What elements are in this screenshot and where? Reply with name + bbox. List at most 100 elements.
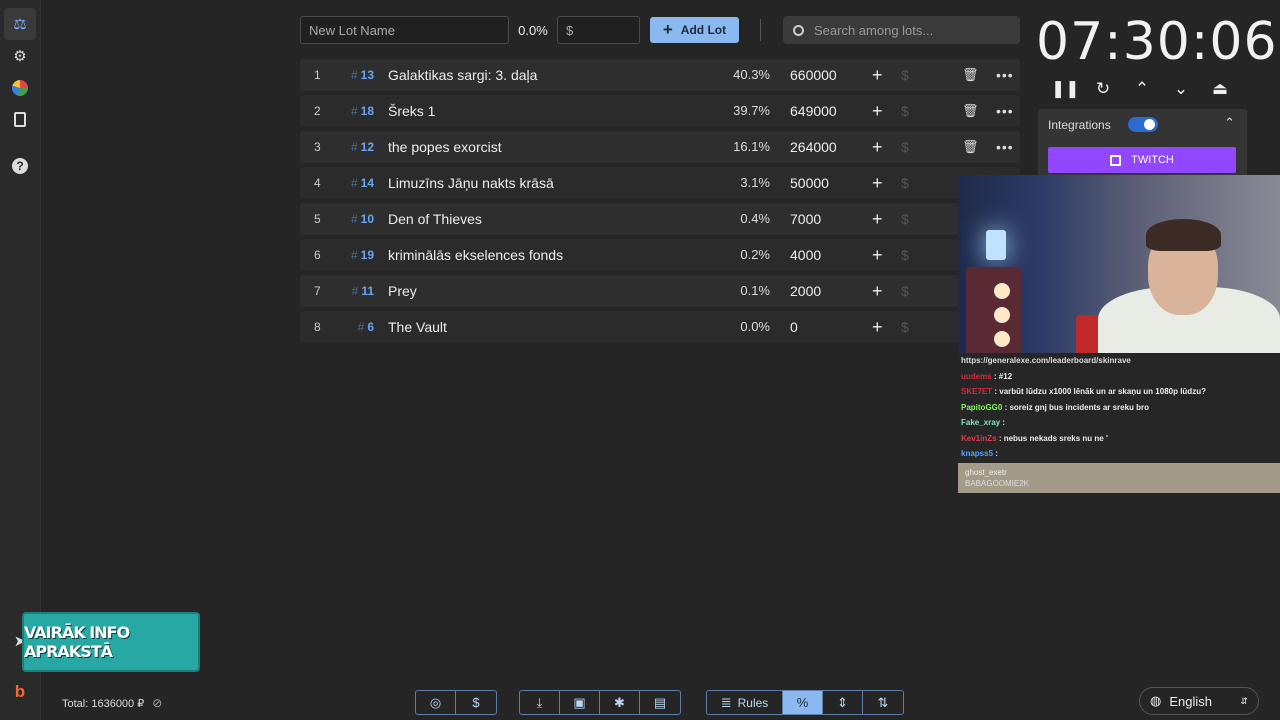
donate-icon[interactable]: $ — [456, 691, 496, 714]
lot-amount[interactable]: 7000 — [790, 203, 821, 235]
lot-amount[interactable]: 649000 — [790, 95, 837, 127]
lot-amount[interactable]: 0 — [790, 311, 798, 343]
sort-icon[interactable]: ⇅ — [863, 691, 903, 714]
total-label: Total: 1636000 ₽ — [62, 697, 145, 710]
collapse-timer-icon[interactable]: ⏏ — [1207, 78, 1233, 100]
increase-time-icon[interactable]: ⌃ — [1129, 78, 1155, 100]
add-amount-icon[interactable]: + — [872, 311, 883, 343]
lot-index: 3 — [314, 140, 321, 154]
lot-id-value: 19 — [360, 248, 374, 262]
divider — [760, 19, 761, 41]
lot-name[interactable]: Prey — [388, 275, 417, 307]
lot-row[interactable]: 8 #6 The Vault 0.0% 0 + $ — [300, 311, 1020, 343]
more-icon[interactable]: ••• — [996, 131, 1014, 163]
wheel-icon[interactable] — [8, 76, 32, 100]
search-input[interactable]: Search among lots... — [783, 16, 1020, 44]
lot-amount[interactable]: 2000 — [790, 275, 821, 307]
add-amount-icon[interactable]: + — [872, 203, 883, 235]
lot-row[interactable]: 4 #14 Limuzīns Jāņu nakts krāsā 3.1% 50000 + $ — [300, 167, 1020, 199]
dollar-icon[interactable]: $ — [901, 95, 909, 127]
dollar-icon[interactable]: $ — [901, 275, 909, 307]
more-icon[interactable]: ••• — [996, 95, 1014, 127]
add-amount-icon[interactable]: + — [872, 95, 883, 127]
boosty-icon[interactable]: b — [8, 680, 32, 704]
save-icon[interactable]: ▣ — [560, 691, 600, 714]
reset-icon[interactable]: ↻ — [1090, 78, 1116, 100]
add-amount-icon[interactable]: + — [872, 239, 883, 271]
dollar-icon[interactable]: $ — [901, 311, 909, 343]
lot-amount[interactable]: 264000 — [790, 131, 837, 163]
dollar-icon[interactable]: $ — [901, 203, 909, 235]
add-amount-icon[interactable]: + — [872, 275, 883, 307]
lot-amount[interactable]: 660000 — [790, 59, 837, 91]
add-amount-icon[interactable]: + — [872, 131, 883, 163]
hash-icon: # — [350, 104, 358, 118]
lot-row[interactable]: 5 #10 Den of Thieves 0.4% 7000 + $ — [300, 203, 1020, 235]
dollar-icon[interactable]: $ — [901, 59, 909, 91]
lot-id-value: 12 — [360, 140, 374, 154]
lot-row[interactable]: 1 #13 Galaktikas sargi: 3. daļa 40.3% 660000… — [300, 59, 1020, 91]
lot-name[interactable]: The Vault — [388, 311, 447, 343]
trash-icon[interactable]: 🗑 — [962, 131, 979, 163]
lot-row[interactable]: 2 #18 Šreks 1 39.7% 649000 + $ 🗑 ••• — [300, 95, 1020, 127]
lot-name[interactable]: Galaktikas sargi: 3. daļa — [388, 59, 537, 91]
lot-id: #13 — [340, 59, 374, 91]
hash-icon: # — [357, 320, 365, 334]
rules-button[interactable]: ≣ Rules — [707, 691, 783, 714]
chat-text: : varbūt lūdzu x1000 lēnāk un ar skaņu u… — [994, 387, 1206, 396]
lot-row[interactable]: 7 #11 Prey 0.1% 2000 + $ — [300, 275, 1020, 307]
lot-name[interactable]: Šreks 1 — [388, 95, 435, 127]
clear-icon[interactable]: ▤ — [640, 691, 680, 714]
plus-icon: + — [662, 20, 673, 39]
webcam-overlay — [958, 175, 1280, 355]
language-value: English — [1169, 693, 1212, 709]
language-select[interactable]: ◍ English ⇵ — [1139, 687, 1259, 715]
chat-message: knapss5 : — [958, 446, 1280, 462]
integrations-label: Integrations — [1048, 118, 1111, 132]
download-icon[interactable]: ⤓ — [520, 691, 560, 714]
settings-icon[interactable]: ⚙ — [8, 44, 32, 68]
decrease-time-icon[interactable]: ⌄ — [1168, 78, 1194, 100]
auction-icon[interactable]: ⚖ — [4, 8, 36, 40]
chevron-up-icon[interactable]: ⌃ — [1224, 115, 1235, 131]
more-icon[interactable]: ••• — [996, 59, 1014, 91]
compress-icon[interactable]: ⇕ — [823, 691, 863, 714]
lot-percent: 39.7% — [733, 103, 770, 118]
add-lot-button[interactable]: + Add Lot — [650, 17, 739, 43]
pause-icon[interactable]: ❚❚ — [1051, 78, 1080, 100]
trash-icon[interactable]: 🗑 — [962, 59, 979, 91]
bug-icon[interactable]: ✱ — [600, 691, 640, 714]
lot-row[interactable]: 6 #19 kriminālās ekselences fonds 0.2% 4000 +… — [300, 239, 1020, 271]
integrations-toggle[interactable] — [1128, 117, 1158, 132]
lot-name[interactable]: the popes exorcist — [388, 131, 502, 163]
lot-row[interactable]: 3 #12 the popes exorcist 16.1% 264000 + $ 🗑 ••• — [300, 131, 1020, 163]
lot-amount[interactable]: 50000 — [790, 167, 829, 199]
twitch-button[interactable]: TWITCH — [1048, 147, 1236, 173]
lot-name[interactable]: kriminālās ekselences fonds — [388, 239, 563, 271]
lot-name[interactable]: Den of Thieves — [388, 203, 482, 235]
rules-label: Rules — [737, 695, 769, 710]
dollar-icon[interactable]: $ — [901, 239, 909, 271]
lot-name[interactable]: Limuzīns Jāņu nakts krāsā — [388, 167, 554, 199]
trash-icon[interactable]: 🗑 — [962, 95, 979, 127]
new-lot-amount-input[interactable]: $ — [557, 16, 640, 44]
clipboard-icon[interactable] — [8, 107, 32, 131]
lot-id-value: 11 — [361, 284, 374, 298]
eye-off-icon[interactable]: ⊘ — [152, 696, 162, 710]
lot-amount[interactable]: 4000 — [790, 239, 821, 271]
lot-index: 4 — [314, 176, 321, 190]
help-icon[interactable]: ? — [8, 154, 32, 178]
dollar-icon[interactable]: $ — [901, 167, 909, 199]
add-amount-icon[interactable]: + — [872, 59, 883, 91]
list-icon: ≣ — [720, 694, 732, 710]
chat-user: knapss5 — [961, 449, 994, 458]
chat-footer: ghost_exetr BABAGOOMIE2K — [958, 463, 1280, 493]
github-icon[interactable]: ◎ — [416, 691, 456, 714]
file-group: ⤓ ▣ ✱ ▤ — [519, 690, 681, 715]
add-amount-icon[interactable]: + — [872, 167, 883, 199]
new-lot-name-input[interactable]: New Lot Name — [300, 16, 509, 44]
chat-text: : soreiz gnj bus incidents ar sreku bro — [1004, 402, 1150, 412]
dollar-icon[interactable]: $ — [901, 131, 909, 163]
hash-icon: # — [350, 140, 358, 154]
percent-toggle[interactable]: % — [783, 691, 823, 714]
